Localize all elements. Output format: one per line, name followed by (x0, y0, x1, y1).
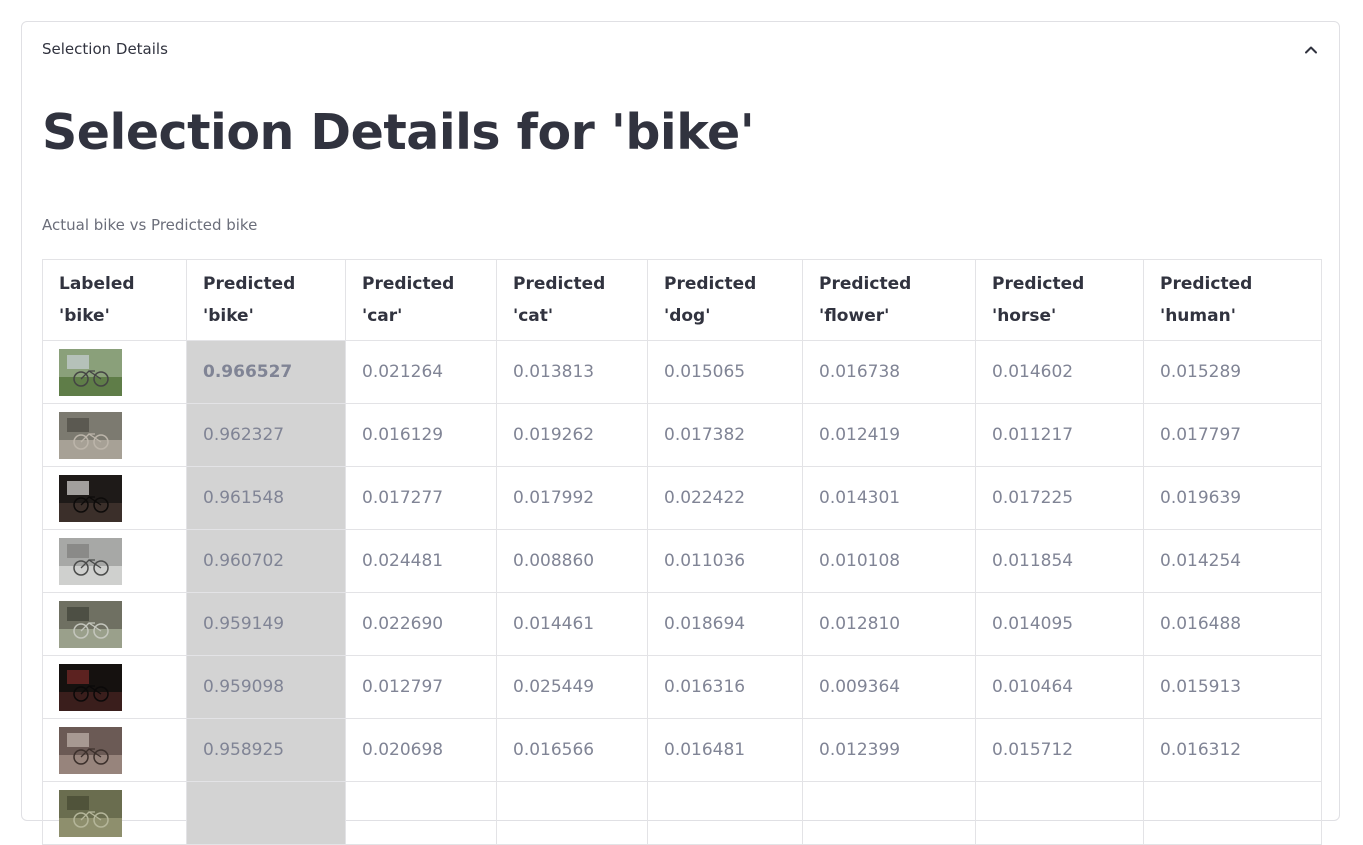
image-cell (42, 592, 187, 656)
prediction-cell: 0.010464 (975, 655, 1144, 719)
prediction-cell (1143, 781, 1322, 845)
predicted-match-cell: 0.959149 (186, 592, 346, 656)
prediction-cell: 0.014602 (975, 340, 1144, 404)
selection-details-expander: Selection Details Selection Details for … (21, 21, 1340, 845)
image-cell (42, 781, 187, 845)
bike-thumbnail (59, 411, 122, 459)
prediction-cell: 0.021264 (345, 340, 497, 404)
predicted-match-cell: 0.960702 (186, 529, 346, 593)
image-cell (42, 466, 187, 530)
prediction-cell: 0.017277 (345, 466, 497, 530)
column-header: Predicted'bike' (186, 259, 346, 341)
prediction-cell: 0.017382 (647, 403, 803, 467)
prediction-cell (975, 781, 1144, 845)
table-header-row: Labeled'bike' Predicted'bike' Predicted '… (42, 259, 1322, 341)
image-cell (42, 340, 187, 404)
prediction-cell: 0.015913 (1143, 655, 1322, 719)
bike-thumbnail (59, 537, 122, 585)
prediction-cell: 0.016566 (496, 718, 648, 782)
prediction-cell: 0.012419 (802, 403, 976, 467)
prediction-cell: 0.020698 (345, 718, 497, 782)
prediction-cell: 0.022422 (647, 466, 803, 530)
prediction-cell: 0.016488 (1143, 592, 1322, 656)
bike-thumbnail (59, 474, 122, 522)
image-cell (42, 655, 187, 719)
prediction-cell: 0.018694 (647, 592, 803, 656)
prediction-cell: 0.016312 (1143, 718, 1322, 782)
table-row: 0.959098 0.012797 0.025449 0.016316 0.009364… (42, 655, 1322, 719)
prediction-cell: 0.019639 (1143, 466, 1322, 530)
predicted-match-cell: 0.966527 (186, 340, 346, 404)
prediction-cell: 0.019262 (496, 403, 648, 467)
prediction-cell: 0.015712 (975, 718, 1144, 782)
column-header: Predicted'flower' (802, 259, 976, 341)
prediction-table: Labeled'bike' Predicted'bike' Predicted '… (42, 259, 1322, 845)
table-row (42, 781, 1322, 845)
predicted-match-cell: 0.958925 (186, 718, 346, 782)
column-header: Predicted'dog' (647, 259, 803, 341)
prediction-cell: 0.012810 (802, 592, 976, 656)
predicted-match-cell: 0.959098 (186, 655, 346, 719)
prediction-cell: 0.016738 (802, 340, 976, 404)
prediction-cell: 0.016129 (345, 403, 497, 467)
prediction-cell (496, 781, 648, 845)
prediction-cell: 0.012797 (345, 655, 497, 719)
chevron-up-icon[interactable] (1303, 42, 1319, 58)
prediction-cell: 0.009364 (802, 655, 976, 719)
bike-thumbnail (59, 348, 122, 396)
prediction-cell: 0.016316 (647, 655, 803, 719)
prediction-cell: 0.012399 (802, 718, 976, 782)
predicted-match-cell (186, 781, 346, 845)
table-row: 0.966527 0.021264 0.013813 0.015065 0.016738… (42, 340, 1322, 404)
prediction-cell: 0.017225 (975, 466, 1144, 530)
prediction-cell: 0.008860 (496, 529, 648, 593)
predicted-match-cell: 0.961548 (186, 466, 346, 530)
bike-thumbnail (59, 726, 122, 774)
column-header: Predicted'cat' (496, 259, 648, 341)
prediction-cell: 0.014095 (975, 592, 1144, 656)
caption: Actual bike vs Predicted bike (42, 216, 258, 234)
prediction-cell: 0.015289 (1143, 340, 1322, 404)
prediction-cell: 0.017797 (1143, 403, 1322, 467)
prediction-cell (647, 781, 803, 845)
table-row: 0.959149 0.022690 0.014461 0.018694 0.012810… (42, 592, 1322, 656)
bike-thumbnail (59, 600, 122, 648)
prediction-cell: 0.010108 (802, 529, 976, 593)
prediction-cell: 0.015065 (647, 340, 803, 404)
prediction-cell: 0.024481 (345, 529, 497, 593)
table-row: 0.962327 0.016129 0.019262 0.017382 0.012419… (42, 403, 1322, 467)
prediction-cell: 0.022690 (345, 592, 497, 656)
prediction-cell: 0.014254 (1143, 529, 1322, 593)
image-cell (42, 529, 187, 593)
table-row: 0.961548 0.017277 0.017992 0.022422 0.014301… (42, 466, 1322, 530)
column-header: Predicted'car' (345, 259, 497, 341)
prediction-cell: 0.013813 (496, 340, 648, 404)
prediction-cell: 0.011217 (975, 403, 1144, 467)
prediction-cell: 0.016481 (647, 718, 803, 782)
prediction-cell: 0.014461 (496, 592, 648, 656)
prediction-cell: 0.011036 (647, 529, 803, 593)
prediction-cell: 0.025449 (496, 655, 648, 719)
image-cell (42, 718, 187, 782)
expander-header[interactable]: Selection Details (22, 22, 1339, 78)
table-row: 0.960702 0.024481 0.008860 0.011036 0.010108… (42, 529, 1322, 593)
table-row: 0.958925 0.020698 0.016566 0.016481 0.012399… (42, 718, 1322, 782)
bike-thumbnail (59, 663, 122, 711)
expander-title: Selection Details (42, 40, 168, 58)
prediction-cell: 0.017992 (496, 466, 648, 530)
column-header: Predicted'horse' (975, 259, 1144, 341)
bike-thumbnail (59, 789, 122, 837)
page-title: Selection Details for 'bike' (42, 104, 755, 161)
prediction-cell: 0.011854 (975, 529, 1144, 593)
prediction-cell (345, 781, 497, 845)
predicted-match-cell: 0.962327 (186, 403, 346, 467)
prediction-cell (802, 781, 976, 845)
column-header: Labeled'bike' (42, 259, 187, 341)
column-header: Predicted'human' (1143, 259, 1322, 341)
prediction-cell: 0.014301 (802, 466, 976, 530)
image-cell (42, 403, 187, 467)
